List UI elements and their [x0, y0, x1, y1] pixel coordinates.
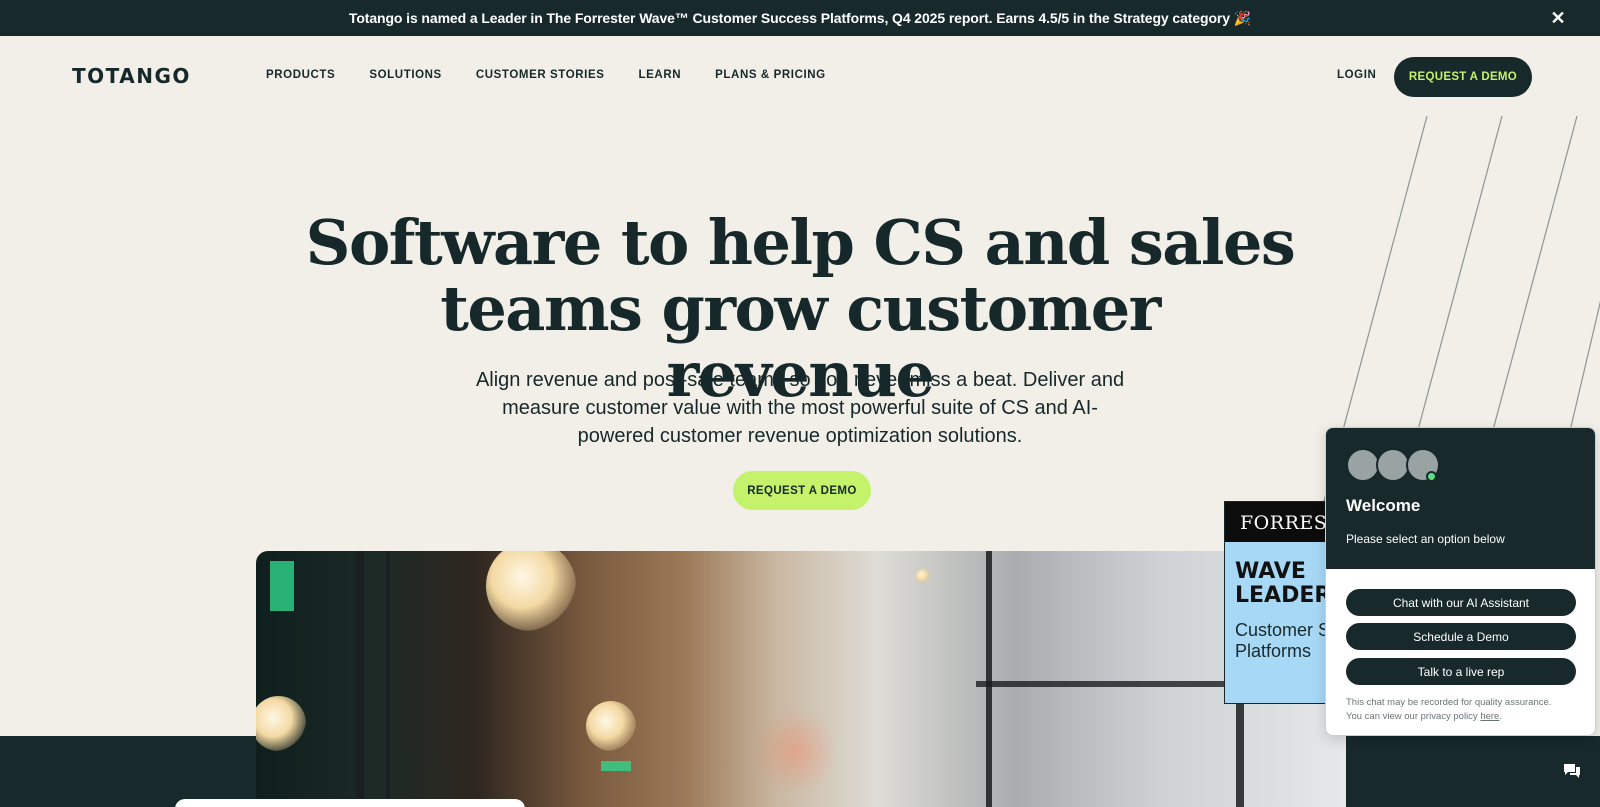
nav-menu: PRODUCTS SOLUTIONS CUSTOMER STORIES LEAR… — [266, 69, 826, 81]
wave-line-2: LEADER — [1235, 583, 1332, 608]
hero-request-demo-button[interactable]: REQUEST A DEMO — [733, 471, 871, 510]
talk-live-rep-button[interactable]: Talk to a live rep — [1346, 658, 1576, 685]
privacy-policy-link[interactable]: here — [1480, 711, 1499, 722]
hero-title-line-1: Software to help CS and sales — [305, 206, 1296, 279]
online-status-icon — [1426, 471, 1437, 482]
forrester-wave-badge[interactable]: FORRESTER WAVE LEADER Customer Success P… — [1224, 501, 1334, 704]
login-link[interactable]: LOGIN — [1337, 69, 1376, 81]
nav-item-learn[interactable]: LEARN — [639, 69, 682, 81]
close-icon[interactable]: ✕ — [1548, 8, 1568, 28]
hero-office-photo — [256, 551, 1346, 807]
nav-item-plans-pricing[interactable]: PLANS & PRICING — [715, 69, 826, 81]
chat-welcome-title: Welcome — [1346, 496, 1421, 515]
badge-category-line-1: Customer Success — [1235, 620, 1333, 640]
chat-header: Welcome Please select an option below — [1326, 428, 1595, 569]
announcement-bar: Totango is named a Leader in The Forrest… — [0, 0, 1600, 36]
hero-subtitle: Align revenue and post-sale teams so you… — [475, 369, 1125, 447]
chat-disclaimer: This chat may be recorded for quality as… — [1346, 697, 1552, 722]
chat-launcher-button[interactable] — [1552, 751, 1592, 791]
main-nav: TOTANGO PRODUCTS SOLUTIONS CUSTOMER STOR… — [0, 36, 1600, 116]
chat-ai-assistant-button[interactable]: Chat with our AI Assistant — [1346, 589, 1576, 616]
agent-avatars — [1346, 448, 1440, 482]
wave-line-1: WAVE — [1235, 559, 1306, 584]
nav-item-products[interactable]: PRODUCTS — [266, 69, 335, 81]
announcement-text[interactable]: Totango is named a Leader in The Forrest… — [349, 10, 1251, 27]
disclaimer-line-1: This chat may be recorded for quality as… — [1346, 697, 1552, 708]
wave-leader-text: WAVE LEADER — [1225, 542, 1333, 608]
nav-item-solutions[interactable]: SOLUTIONS — [369, 69, 442, 81]
chat-widget: Welcome Please select an option below Ch… — [1325, 427, 1596, 736]
nav-item-customer-stories[interactable]: CUSTOMER STORIES — [476, 69, 605, 81]
badge-category-line-2: Platforms — [1235, 641, 1312, 661]
totango-logo[interactable]: TOTANGO — [72, 64, 191, 88]
avatar — [1346, 448, 1380, 482]
chat-bubbles-icon — [1564, 764, 1580, 778]
badge-category: Customer Success Platforms — [1225, 608, 1333, 662]
forrester-logo: FORRESTER — [1225, 502, 1333, 542]
card-peek — [175, 799, 525, 807]
disclaimer-line-2: You can view our privacy policy — [1346, 711, 1478, 722]
schedule-demo-button[interactable]: Schedule a Demo — [1346, 623, 1576, 650]
request-demo-button[interactable]: REQUEST A DEMO — [1394, 57, 1532, 97]
avatar — [1376, 448, 1410, 482]
chat-prompt: Please select an option below — [1346, 532, 1505, 546]
